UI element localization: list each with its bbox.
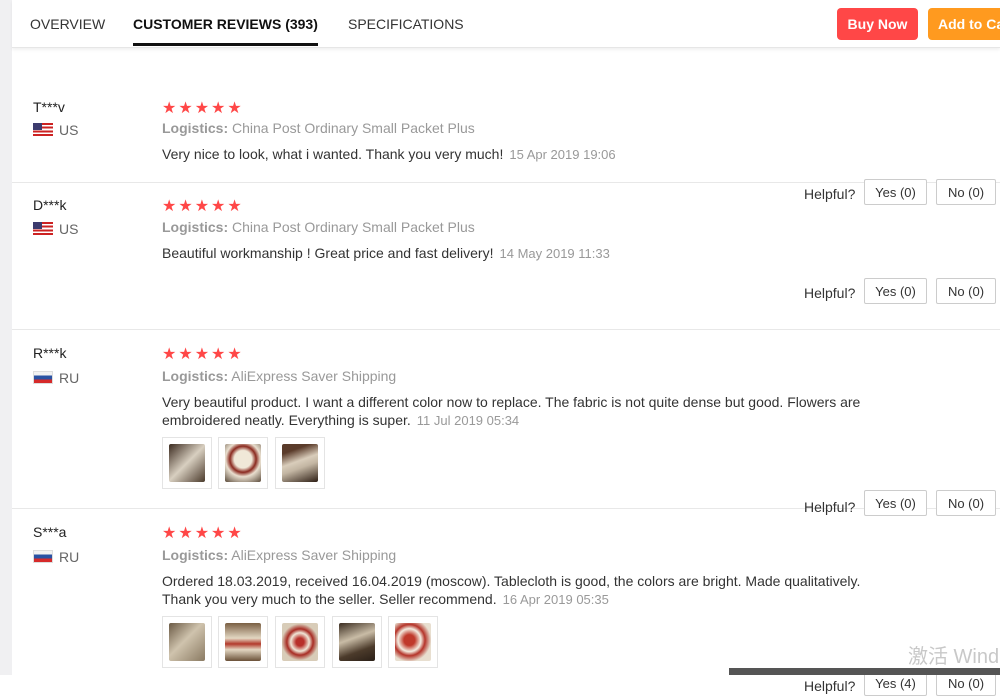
reviewer-country: RU bbox=[33, 370, 79, 386]
ru-flag-icon bbox=[33, 371, 53, 384]
review-photo-thumbnail[interactable] bbox=[275, 616, 325, 668]
us-flag-icon bbox=[33, 123, 53, 136]
review-photo-thumbnail[interactable] bbox=[332, 616, 382, 668]
rating-stars: ★★★★★ bbox=[162, 100, 244, 117]
tab-overview[interactable]: OVERVIEW bbox=[30, 0, 105, 47]
buy-now-button[interactable]: Buy Now bbox=[837, 8, 918, 40]
review-item: D***k US ★★★★★ Logistics: China Post Ord… bbox=[12, 182, 1000, 330]
us-flag-icon bbox=[33, 222, 53, 235]
review-photo-thumbnail[interactable] bbox=[218, 437, 268, 489]
tab-bar: OVERVIEW CUSTOMER REVIEWS (393) SPECIFIC… bbox=[12, 0, 1000, 48]
add-to-cart-button[interactable]: Add to Ca bbox=[928, 8, 1000, 40]
review-photo-thumbnail[interactable] bbox=[275, 437, 325, 489]
left-rail bbox=[0, 0, 12, 675]
helpful-label: Helpful? bbox=[804, 285, 856, 301]
reviewer-country: RU bbox=[33, 549, 79, 565]
reviewer-name: D***k bbox=[33, 197, 67, 213]
review-photo-thumbnail[interactable] bbox=[388, 616, 438, 668]
tab-customer-reviews-label: CUSTOMER REVIEWS (393) bbox=[133, 16, 318, 32]
windows-activation-watermark: 激活 Windo bbox=[908, 646, 1000, 668]
review-date: 14 May 2019 11:33 bbox=[499, 246, 610, 261]
review-photo-thumbnail[interactable] bbox=[218, 616, 268, 668]
logistics-info: Logistics: China Post Ordinary Small Pac… bbox=[162, 219, 475, 235]
tab-customer-reviews[interactable]: CUSTOMER REVIEWS (393) bbox=[133, 0, 318, 47]
reviewer-country: US bbox=[33, 122, 78, 138]
logistics-info: Logistics: AliExpress Saver Shipping bbox=[162, 547, 397, 563]
review-date: 15 Apr 2019 19:06 bbox=[509, 147, 616, 162]
review-photo-thumbnail[interactable] bbox=[162, 437, 212, 489]
reviewer-country: US bbox=[33, 221, 78, 237]
review-text: Ordered 18.03.2019, received 16.04.2019 … bbox=[162, 573, 861, 607]
review-text: Very nice to look, what i wanted. Thank … bbox=[162, 146, 616, 162]
reviewer-name: S***a bbox=[33, 524, 67, 540]
review-photo-thumbnail[interactable] bbox=[162, 616, 212, 668]
review-text: Beautiful workmanship ! Great price and … bbox=[162, 245, 610, 261]
review-item: R***k RU ★★★★★ Logistics: AliExpress Sav… bbox=[12, 329, 1000, 516]
review-text: Very beautiful product. I want a differe… bbox=[162, 394, 861, 428]
review-item: S***a RU ★★★★★ Logistics: AliExpress Sav… bbox=[12, 508, 1000, 696]
ru-flag-icon bbox=[33, 550, 53, 563]
horizontal-scrollbar[interactable] bbox=[729, 668, 1000, 675]
helpful-no-button[interactable]: No (0) bbox=[936, 278, 996, 304]
review-date: 11 Jul 2019 05:34 bbox=[416, 413, 520, 428]
reviewer-name: R***k bbox=[33, 345, 67, 361]
rating-stars: ★★★★★ bbox=[162, 198, 244, 215]
active-tab-underline bbox=[133, 43, 318, 46]
helpful-yes-button[interactable]: Yes (0) bbox=[864, 278, 927, 304]
rating-stars: ★★★★★ bbox=[162, 525, 244, 542]
review-date: 16 Apr 2019 05:35 bbox=[502, 592, 609, 607]
reviewer-name: T***v bbox=[33, 99, 65, 115]
helpful-label: Helpful? bbox=[804, 678, 856, 694]
rating-stars: ★★★★★ bbox=[162, 346, 244, 363]
logistics-info: Logistics: AliExpress Saver Shipping bbox=[162, 368, 397, 384]
tab-specifications[interactable]: SPECIFICATIONS bbox=[348, 0, 464, 47]
logistics-info: Logistics: China Post Ordinary Small Pac… bbox=[162, 120, 475, 136]
